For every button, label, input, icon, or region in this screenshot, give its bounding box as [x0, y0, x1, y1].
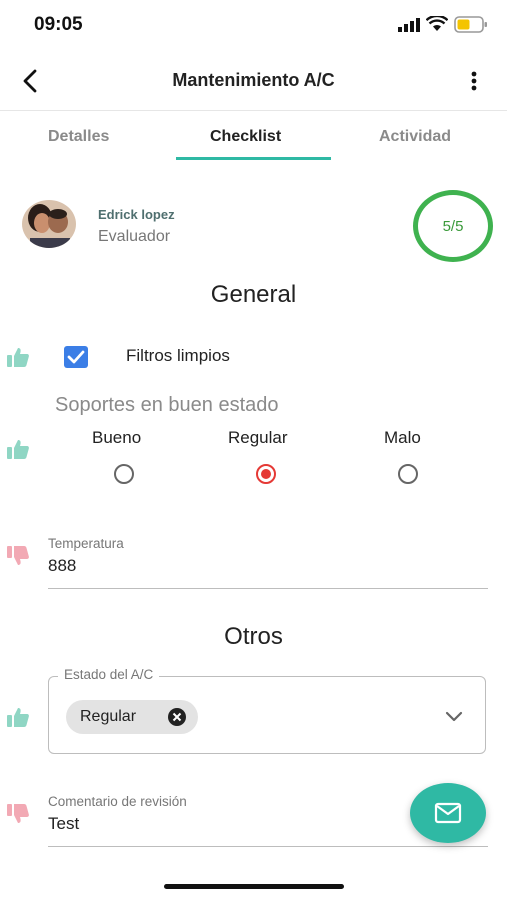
- thumbs-up-icon: [7, 440, 29, 459]
- checkmark-icon: [67, 350, 85, 364]
- wifi-icon: [426, 16, 448, 31]
- status-bar: 09:05: [0, 0, 507, 52]
- tab-bar: Detalles Checklist Actividad: [0, 112, 507, 164]
- selected-chip: Regular: [66, 700, 198, 734]
- score-text: 5/5: [442, 217, 464, 235]
- filters-checkbox[interactable]: [64, 346, 88, 368]
- tab-detalles[interactable]: Detalles: [48, 128, 109, 146]
- radio-regular[interactable]: [256, 464, 276, 484]
- more-options-icon[interactable]: [466, 70, 482, 92]
- avatar-photo-icon: [22, 200, 76, 248]
- comment-input[interactable]: Test: [48, 814, 79, 834]
- thumbs-down-icon: [7, 804, 29, 823]
- ac-state-label: Estado del A/C: [58, 667, 160, 682]
- temperature-underline: [48, 588, 488, 589]
- tab-actividad[interactable]: Actividad: [379, 128, 451, 146]
- radio-bueno[interactable]: [114, 464, 134, 484]
- status-time: 09:05: [34, 14, 83, 35]
- page-title: Mantenimiento A/C: [172, 70, 335, 90]
- evaluator-role: Evaluador: [98, 228, 171, 245]
- section-title-otros: Otros: [224, 623, 283, 650]
- temperature-input[interactable]: 888: [48, 556, 76, 576]
- chip-remove-icon[interactable]: [167, 707, 187, 727]
- score-badge: 5/5: [413, 190, 493, 262]
- home-indicator: [164, 884, 344, 889]
- send-message-button[interactable]: [410, 783, 486, 843]
- temperature-label: Temperatura: [48, 536, 124, 551]
- comment-label: Comentario de revisión: [48, 794, 187, 809]
- thumbs-down-icon: [7, 546, 29, 565]
- mail-icon: [434, 802, 462, 824]
- thumbs-up-icon: [7, 708, 29, 727]
- option-label-bueno: Bueno: [92, 428, 142, 447]
- radio-malo[interactable]: [398, 464, 418, 484]
- filters-label: Filtros limpios: [126, 346, 230, 365]
- chevron-down-icon[interactable]: [444, 710, 464, 724]
- section-title-general: General: [210, 281, 297, 308]
- tab-checklist[interactable]: Checklist: [210, 128, 281, 146]
- evaluator-name: Edrick lopez: [98, 207, 175, 222]
- option-label-regular: Regular: [228, 428, 288, 447]
- thumbs-up-icon: [7, 348, 29, 367]
- supports-question: Soportes en buen estado: [55, 394, 279, 416]
- option-label-malo: Malo: [384, 428, 421, 447]
- comment-underline: [48, 846, 488, 847]
- active-tab-indicator: [176, 157, 331, 160]
- chip-label: Regular: [80, 708, 137, 725]
- cellular-signal-icon: [398, 18, 420, 32]
- battery-icon: [454, 16, 487, 33]
- app-bar: Mantenimiento A/C: [0, 52, 507, 111]
- avatar: [22, 200, 76, 248]
